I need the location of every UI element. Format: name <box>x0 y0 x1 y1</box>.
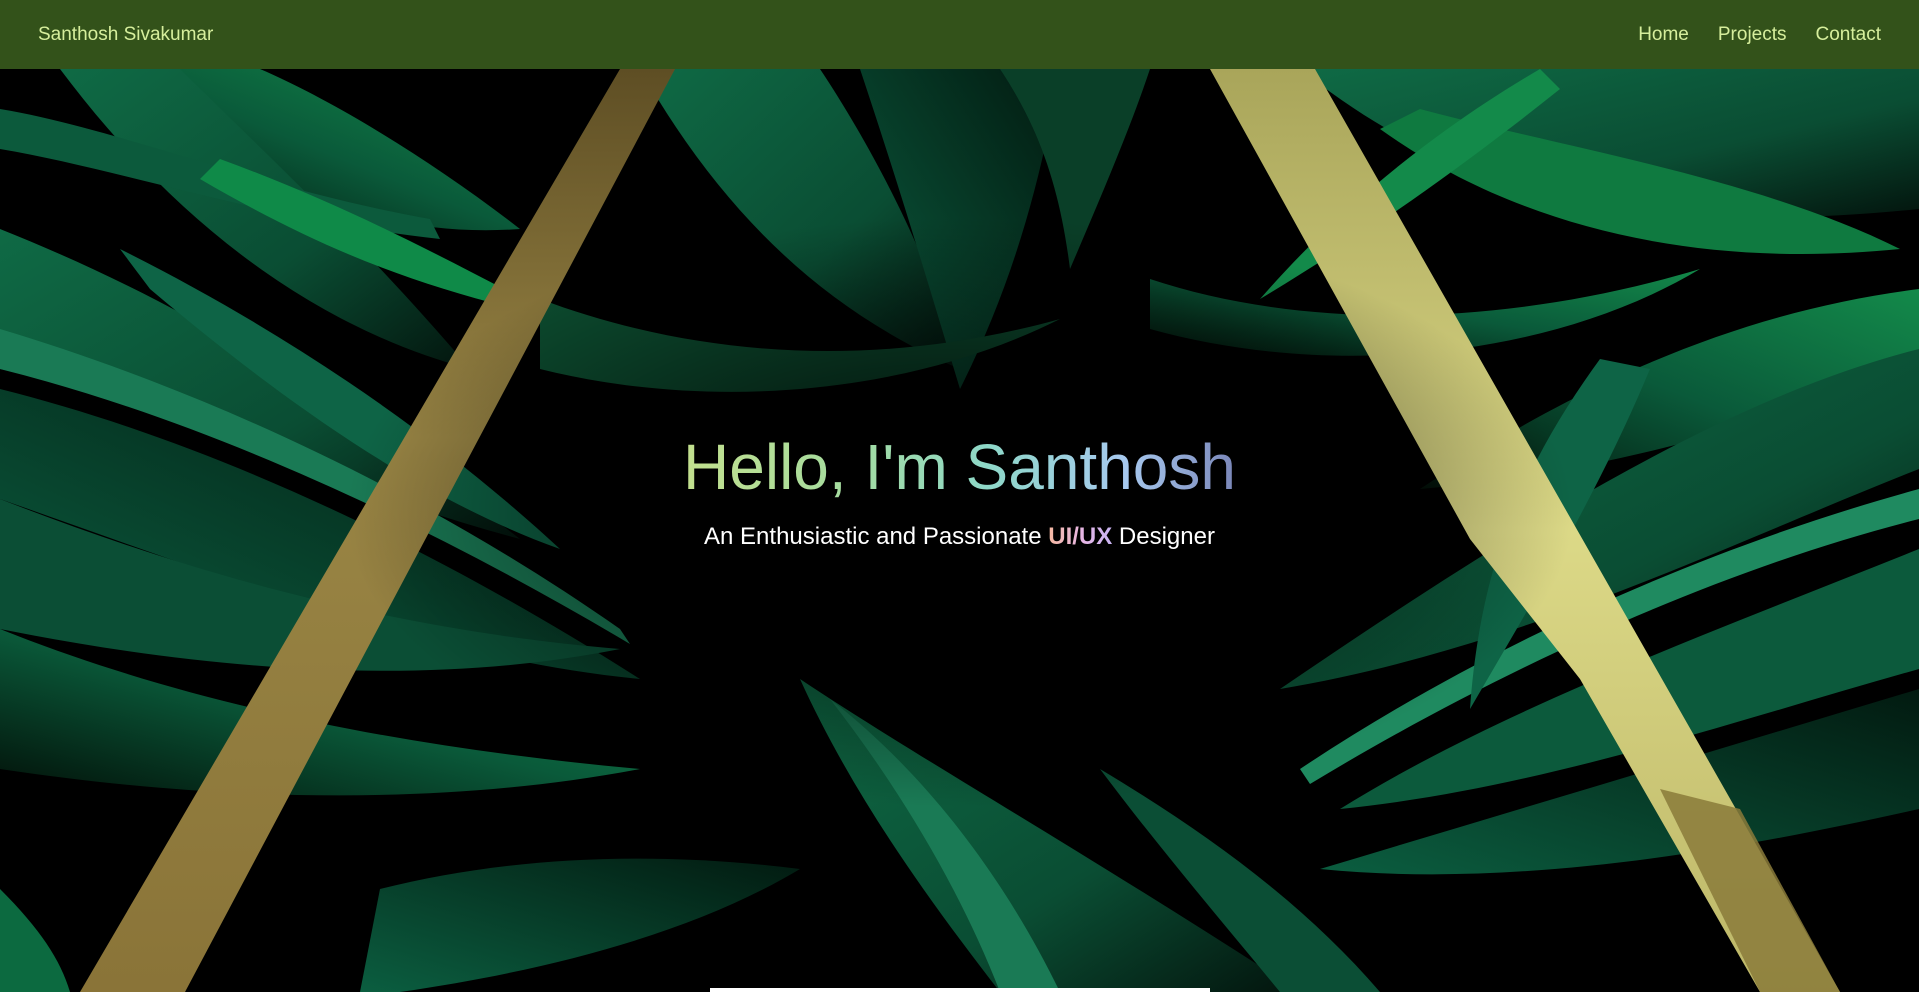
hero-subline-role: UI/UX <box>1048 522 1113 550</box>
hero-text-block: Hello, I'm Santhosh An Enthusiastic and … <box>0 431 1919 551</box>
hero-subline: An Enthusiastic and Passionate UI/UX Des… <box>0 523 1919 551</box>
nav-link-home[interactable]: Home <box>1638 24 1689 46</box>
hero-subline-suffix: Designer <box>1112 522 1215 550</box>
nav-links: Home Projects Contact <box>1638 24 1881 46</box>
nav-link-projects[interactable]: Projects <box>1718 24 1787 46</box>
nav-link-contact[interactable]: Contact <box>1816 24 1881 46</box>
hero-headline: Hello, I'm Santhosh <box>683 431 1236 503</box>
hero-subline-prefix: An Enthusiastic and Passionate <box>704 522 1049 550</box>
brand-link[interactable]: Santhosh Sivakumar <box>38 24 213 46</box>
hero-section: Hello, I'm Santhosh An Enthusiastic and … <box>0 69 1919 992</box>
bottom-edge-bar <box>710 988 1210 992</box>
top-navbar: Santhosh Sivakumar Home Projects Contact <box>0 0 1919 69</box>
